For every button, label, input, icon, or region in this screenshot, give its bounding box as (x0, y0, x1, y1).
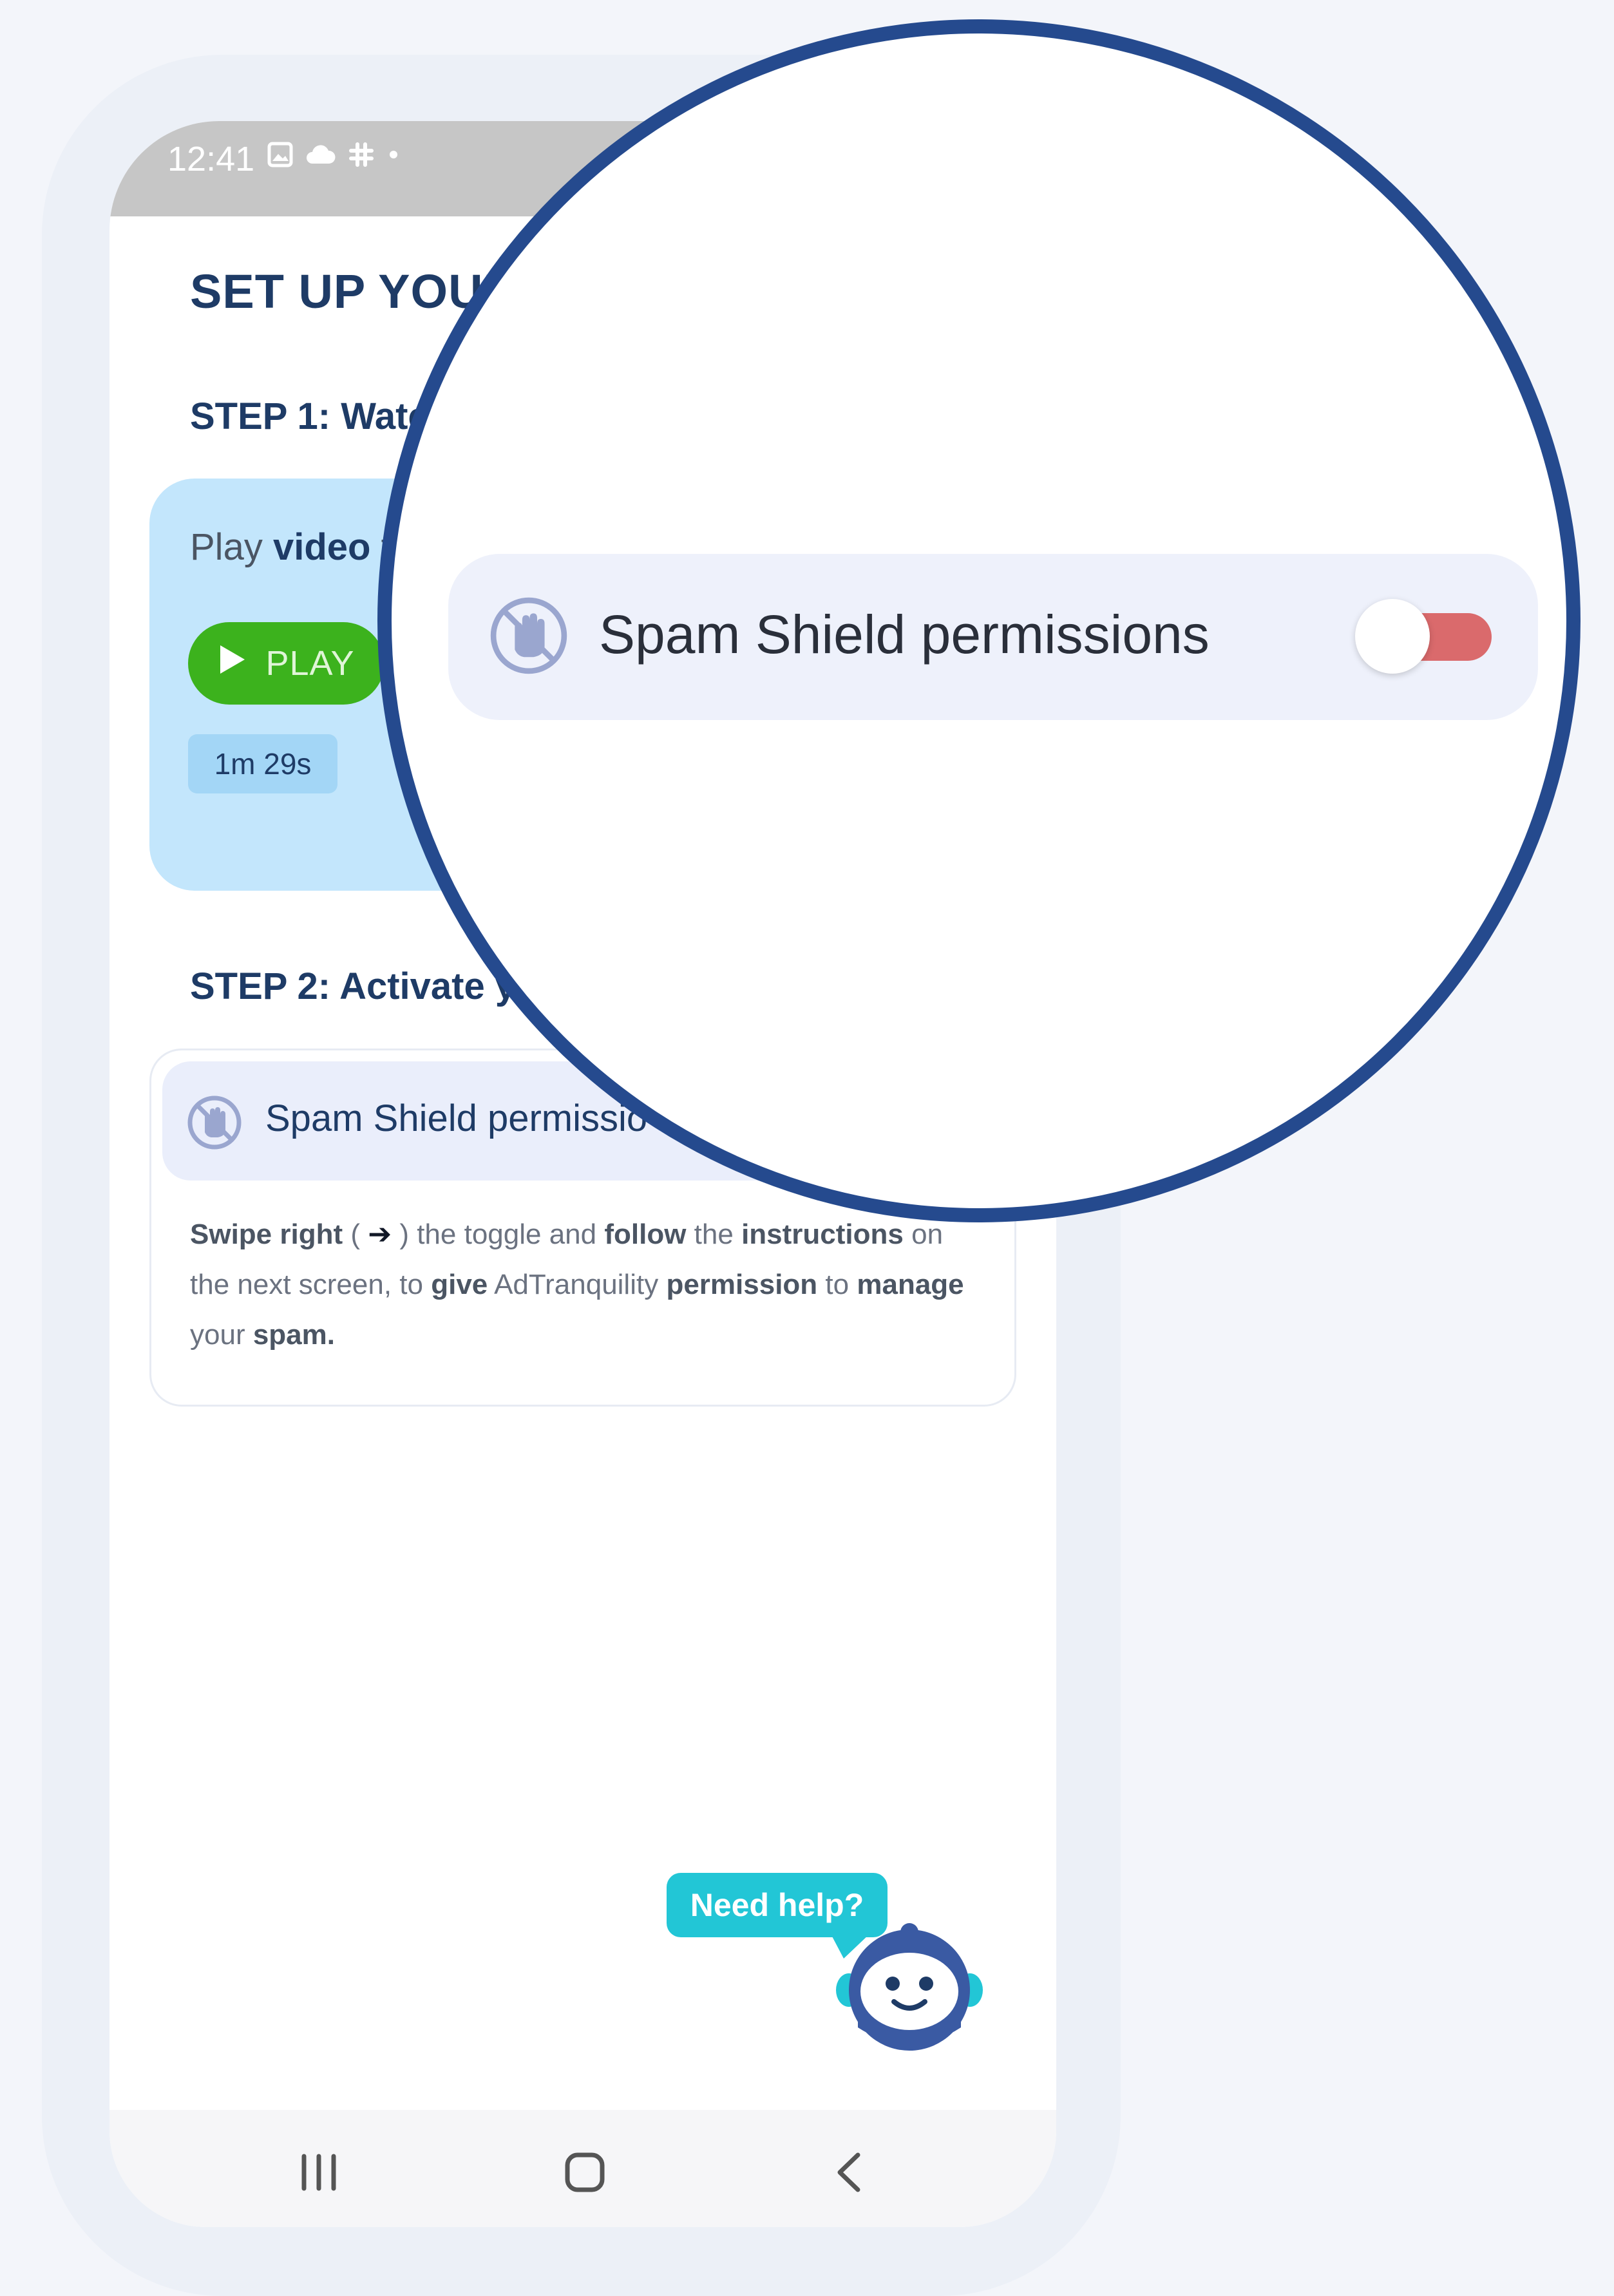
hand-block-icon (487, 594, 571, 681)
step2-label: STEP 2: Activate y (190, 965, 517, 1007)
home-icon[interactable] (564, 2152, 605, 2196)
cloud-icon (306, 144, 336, 165)
permission-instructions: Swipe right ( ➔ ) the toggle and follow … (190, 1219, 964, 1351)
dot-icon (387, 148, 400, 161)
back-chevron-icon[interactable] (831, 2150, 869, 2198)
permission-label: Spam Shield permissio (265, 1097, 648, 1139)
play-prompt: Play video t (190, 526, 392, 568)
status-time: 12:41 (167, 140, 255, 178)
status-icons (267, 142, 400, 167)
toggle-knob[interactable] (1355, 599, 1430, 674)
duration-badge: 1m 29s (188, 734, 337, 793)
hand-block-icon (185, 1094, 243, 1155)
step1-label: STEP 1: Watc (190, 395, 429, 437)
play-triangle-icon (218, 643, 246, 683)
play-button-label: PLAY (265, 644, 355, 683)
play-button[interactable]: PLAY (188, 622, 385, 705)
robot-icon[interactable] (831, 1912, 985, 2056)
gallery-icon (267, 142, 293, 167)
slack-icon (348, 142, 374, 167)
right-arrow-icon: ➔ (368, 1219, 392, 1250)
recents-icon[interactable] (296, 2150, 341, 2198)
magnified-permission-label: Spam Shield permissions (599, 604, 1210, 665)
magnifier-overlay: Spam Shield permissions (377, 19, 1581, 1222)
